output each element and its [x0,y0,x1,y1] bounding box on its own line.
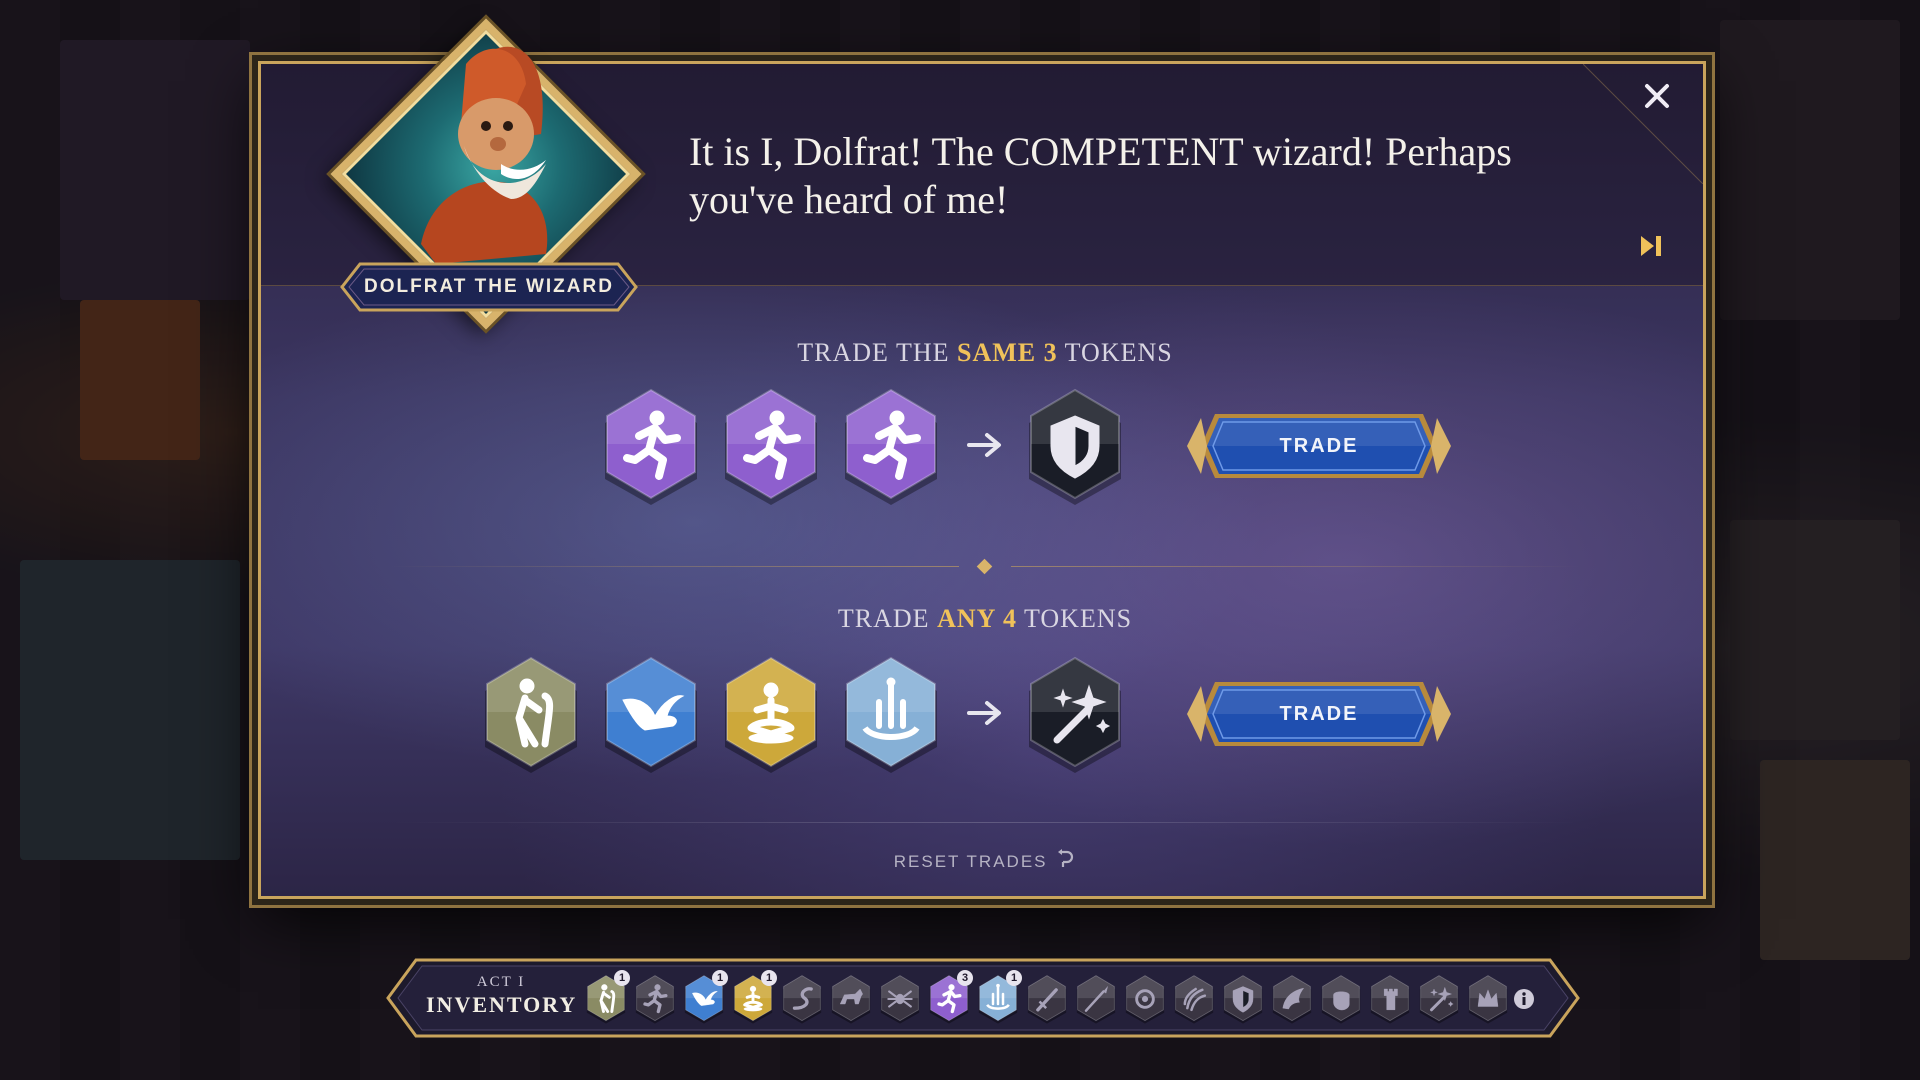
arrow-right-icon [965,698,1005,728]
inventory-title: INVENTORY [426,992,578,1017]
inventory-slot-wing[interactable] [1270,974,1314,1024]
inventory-slot-serpent[interactable] [780,974,824,1024]
inventory-slot-spider[interactable] [878,974,922,1024]
inventory-slot-meditating-figure[interactable]: 1 [731,970,777,1024]
trade-button-label: TRADE [1279,435,1359,457]
inventory-slot-fist[interactable] [1319,974,1363,1024]
speaker-name: DOLFRAT THE WIZARD [364,276,614,297]
reset-trades-button[interactable]: RESET TRADES [261,848,1703,875]
bird-token[interactable] [599,654,703,774]
inventory-slot-shield[interactable] [1221,974,1265,1024]
inventory-slot-spear[interactable] [1074,974,1118,1024]
trade-same-title: TRADE THE SAME 3 TOKENS [797,338,1173,367]
inventory-slot-magic-wand[interactable] [1417,974,1461,1024]
arrow-right-icon [965,430,1005,460]
inventory-slot-wolf[interactable] [829,974,873,1024]
close-icon[interactable] [1637,76,1677,116]
magic-wand-reward-token [1023,654,1127,774]
trade-any-trade-button[interactable]: TRADE [1185,674,1453,754]
slot-count-badge: 1 [761,970,777,986]
inventory-slot-crown[interactable] [1466,974,1510,1024]
inventory-slot-fountain[interactable]: 1 [976,970,1022,1024]
inventory-slot-orb[interactable] [1123,974,1167,1024]
section-divider [389,558,1581,575]
inventory-slot-tower[interactable] [1368,974,1412,1024]
inventory-slot-running-figure[interactable] [633,974,677,1024]
undo-icon [1054,848,1076,875]
fountain-token[interactable] [839,654,943,774]
inventory-slot-running-figure[interactable]: 3 [927,970,973,1024]
slot-count-badge: 3 [957,970,973,986]
inventory-bar: ACT I INVENTORY 1 1 1 3 1 [386,958,1580,1038]
running-figure-token[interactable] [839,386,943,506]
speaker-nameplate: DOLFRAT THE WIZARD [340,262,638,312]
inventory-slot-hiker[interactable]: 1 [584,970,630,1024]
trade-any-title: TRADE ANY 4 TOKENS [837,604,1133,633]
inventory-act-label: ACT I [476,974,526,990]
shield-reward-token [1023,386,1127,506]
slot-count-badge: 1 [712,970,728,986]
reset-trades-label: RESET TRADES [893,851,1048,871]
slot-count-badge: 1 [614,970,630,986]
hiker-token[interactable] [479,654,583,774]
dialogue-line: It is I, Dolfrat! The COMPETENT wizard! … [689,129,1512,222]
slot-count-badge: 1 [1006,970,1022,986]
running-figure-token[interactable] [599,386,703,506]
inventory-slot-claw[interactable] [1172,974,1216,1024]
trade-same-trade-button[interactable]: TRADE [1185,406,1453,486]
inventory-slot-bird[interactable]: 1 [682,970,728,1024]
skip-forward-icon[interactable] [1637,232,1665,260]
trade-button-label: TRADE [1279,703,1359,725]
running-figure-token[interactable] [719,386,823,506]
info-icon[interactable] [1513,988,1535,1010]
inventory-slot-sword[interactable] [1025,974,1069,1024]
meditating-figure-token[interactable] [719,654,823,774]
